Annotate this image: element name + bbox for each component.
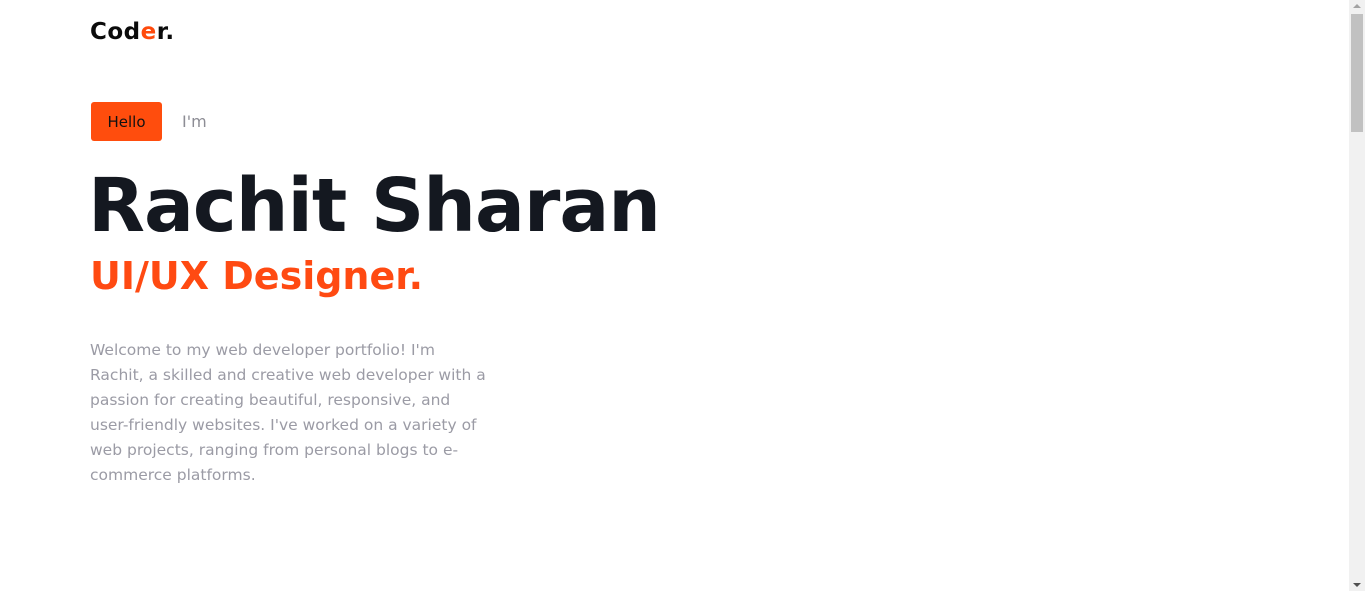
hero-bio: Welcome to my web developer portfolio! I… <box>90 341 486 484</box>
logo-text-end: r. <box>156 19 175 45</box>
vertical-scrollbar[interactable] <box>1349 0 1365 591</box>
hero-role: UI/UX Designer. <box>90 254 424 298</box>
hero-name: Rachit Sharan <box>88 163 661 249</box>
portfolio-page: Coder. Hello I'm Rachit Sharan UI/UX Des… <box>0 0 1365 591</box>
hello-button[interactable]: Hello <box>91 102 162 141</box>
scroll-down-arrow-icon[interactable] <box>1353 583 1361 587</box>
scroll-up-arrow-icon[interactable] <box>1353 4 1361 8</box>
logo-text-accent: e <box>140 19 157 45</box>
site-logo[interactable]: Coder. <box>90 16 175 48</box>
greeting-row: Hello I'm <box>91 102 207 141</box>
scrollbar-thumb[interactable] <box>1351 14 1363 132</box>
intro-text: I'm <box>182 112 207 131</box>
logo-text-start: Cod <box>90 19 141 45</box>
